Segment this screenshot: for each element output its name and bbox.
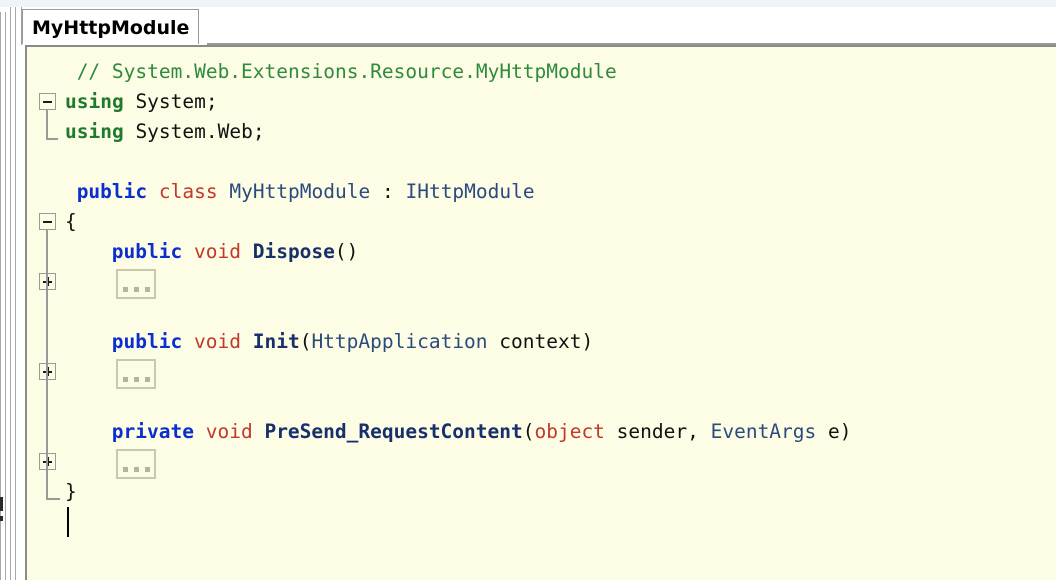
code-token: (: [299, 330, 312, 353]
code-line: public void Init(HttpApplication context…: [112, 327, 593, 357]
code-token: :: [370, 180, 406, 203]
code-token: public: [111, 330, 183, 353]
code-token: MyHttpModule: [229, 180, 371, 203]
ellipsis-dot: [122, 467, 128, 472]
code-line: {: [65, 207, 77, 237]
ellipsis-dot: [144, 377, 150, 382]
code-token: Dispose: [252, 240, 335, 263]
text-caret: [67, 507, 69, 537]
docked-panel-strip-inner[interactable]: [10, 7, 16, 580]
code-token: (): [334, 240, 359, 263]
tab-myhttpmodule[interactable]: MyHttpModule: [22, 9, 200, 44]
ellipsis-dot: [122, 377, 128, 382]
collapsed-block-placeholder[interactable]: [115, 269, 156, 299]
ellipsis-dot: [144, 287, 150, 292]
code-token: using: [65, 90, 124, 113]
code-token: public: [111, 240, 183, 263]
ellipsis-dot: [122, 287, 128, 292]
code-token: void: [194, 330, 241, 353]
code-line: public class MyHttpModule : IHttpModule: [77, 177, 535, 207]
code-token: HttpApplication: [311, 330, 488, 353]
code-token: PreSend_RequestContent: [264, 420, 523, 443]
code-line: }: [65, 477, 77, 507]
window-top-band: [0, 0, 1056, 7]
code-token: void: [194, 240, 241, 263]
code-token: void: [205, 420, 253, 443]
code-token: context): [487, 330, 594, 353]
collapsed-block-placeholder[interactable]: [115, 449, 156, 479]
ellipsis-dot: [133, 287, 139, 292]
code-text: // System.Web.Extensions.Resource.MyHttp…: [27, 47, 1056, 580]
code-line: // System.Web.Extensions.Resource.MyHttp…: [77, 57, 617, 87]
code-token: Init: [252, 330, 300, 353]
code-token: {: [65, 210, 77, 233]
ellipsis-dot: [133, 467, 139, 472]
code-token: e): [816, 420, 852, 443]
code-token: IHttpModule: [405, 180, 535, 203]
code-editor[interactable]: // System.Web.Extensions.Resource.MyHttp…: [25, 45, 1056, 580]
code-token: public: [76, 180, 148, 203]
code-line: public void Dispose(): [112, 237, 359, 267]
ellipsis-dot: [133, 377, 139, 382]
decompiler-window: MyHttpModule // System.Web.Extensions.Re…: [0, 0, 1056, 580]
docked-panel-tab-marker-secondary[interactable]: [0, 516, 3, 521]
code-token: using: [65, 120, 124, 143]
docked-panel-strip-outer[interactable]: [0, 12, 6, 580]
code-token: System.Web;: [123, 120, 265, 143]
code-token: System;: [123, 90, 218, 113]
ellipsis-dot: [144, 467, 150, 472]
code-token: }: [65, 480, 77, 503]
tab-strip: MyHttpModule: [21, 7, 1056, 45]
code-token: (: [522, 420, 535, 443]
code-token: object: [534, 420, 605, 443]
docked-panel-tab-marker[interactable]: [0, 497, 3, 511]
code-line: using System.Web;: [65, 117, 265, 147]
code-token: // System.Web.Extensions.Resource.MyHttp…: [76, 60, 617, 83]
collapsed-block-placeholder[interactable]: [115, 359, 156, 389]
code-token: sender,: [604, 420, 711, 443]
code-token: private: [111, 420, 194, 443]
code-line: private void PreSend_RequestContent(obje…: [112, 417, 852, 447]
code-token: class: [158, 180, 218, 203]
code-line: using System;: [65, 87, 218, 117]
code-token: EventArgs: [710, 420, 817, 443]
